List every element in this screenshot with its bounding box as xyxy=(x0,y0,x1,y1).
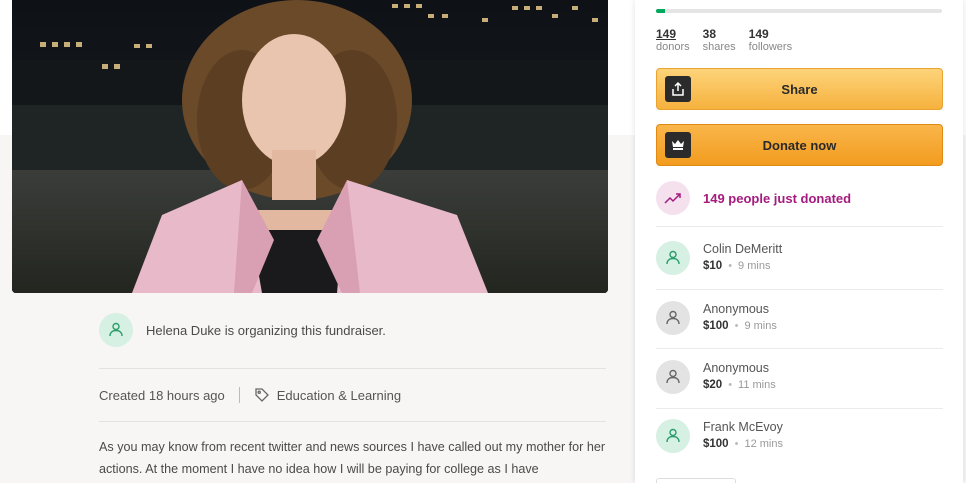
donation-time: 11 mins xyxy=(738,379,776,391)
organizer-row: Helena Duke is organizing this fundraise… xyxy=(99,308,606,352)
donation-item: Colin DeMeritt $10 • 9 mins xyxy=(656,228,943,288)
stat-donors[interactable]: 149 donors xyxy=(656,27,690,54)
trending-up-icon xyxy=(656,181,690,215)
donors-label: donors xyxy=(656,41,690,53)
donation-time: 12 mins xyxy=(744,438,783,450)
story-section: Helena Duke is organizing this fundraise… xyxy=(99,308,606,480)
followers-label: followers xyxy=(748,41,793,53)
organizer-text: Helena Duke is organizing this fundraise… xyxy=(146,322,386,338)
donor-avatar xyxy=(656,241,690,275)
organizer-avatar xyxy=(99,313,133,347)
donate-button[interactable]: Donate now xyxy=(656,124,943,166)
donor-name: Frank McEvoy xyxy=(703,420,783,434)
stat-shares: 38 shares xyxy=(703,27,736,54)
see-all-button[interactable] xyxy=(656,478,736,483)
divider xyxy=(656,226,943,227)
recent-donations-text: 149 people just donated xyxy=(703,190,852,206)
shares-count: 38 xyxy=(702,27,716,41)
share-label: Share xyxy=(781,81,818,97)
donation-sidebar: 149 donors 38 shares 149 followers Share xyxy=(635,0,963,483)
donor-name: Colin DeMeritt xyxy=(703,242,783,256)
meta-separator xyxy=(238,387,240,403)
user-heart-icon xyxy=(666,310,680,325)
campaign-photo xyxy=(12,0,608,293)
share-button[interactable]: Share xyxy=(656,68,943,110)
share-icon xyxy=(665,76,691,102)
recent-donations-banner: 149 people just donated xyxy=(656,181,851,215)
donors-count: 149 xyxy=(656,27,677,41)
donor-avatar xyxy=(656,419,690,453)
meta-row: Created 18 hours ago Education & Learnin… xyxy=(99,369,606,421)
donor-name: Anonymous xyxy=(703,361,770,375)
user-heart-icon xyxy=(666,250,680,265)
divider xyxy=(99,421,606,422)
donation-time: 9 mins xyxy=(744,320,777,332)
donate-label: Donate now xyxy=(762,137,837,153)
created-time: Created 18 hours ago xyxy=(99,387,225,403)
progress-bar xyxy=(656,9,942,13)
donation-item: Anonymous $20 • 11 mins xyxy=(656,347,943,407)
stat-followers: 149 followers xyxy=(749,27,792,54)
gofundme-logo-icon xyxy=(665,132,691,158)
donation-amount: $100 xyxy=(703,320,729,332)
user-heart-icon xyxy=(109,322,123,337)
progress-fill xyxy=(656,9,665,13)
category-link[interactable]: Education & Learning xyxy=(277,388,401,403)
donation-time: 9 mins xyxy=(738,260,771,272)
story-text: As you may know from recent twitter and … xyxy=(99,440,606,476)
user-heart-icon xyxy=(666,428,680,443)
tag-icon xyxy=(254,387,270,403)
donor-avatar xyxy=(656,360,690,394)
donation-item: Frank McEvoy $100 • 12 mins xyxy=(656,406,943,466)
donation-item: Anonymous $100 • 9 mins xyxy=(656,288,943,348)
donation-amount: $20 xyxy=(703,379,723,391)
user-heart-icon xyxy=(666,369,680,384)
followers-count: 149 xyxy=(748,27,769,41)
donation-amount: $10 xyxy=(703,260,723,272)
donor-name: Anonymous xyxy=(703,302,770,316)
shares-label: shares xyxy=(702,41,736,53)
donor-avatar xyxy=(656,301,690,335)
stats-row: 149 donors 38 shares 149 followers xyxy=(656,27,805,54)
donation-amount: $100 xyxy=(703,438,729,450)
